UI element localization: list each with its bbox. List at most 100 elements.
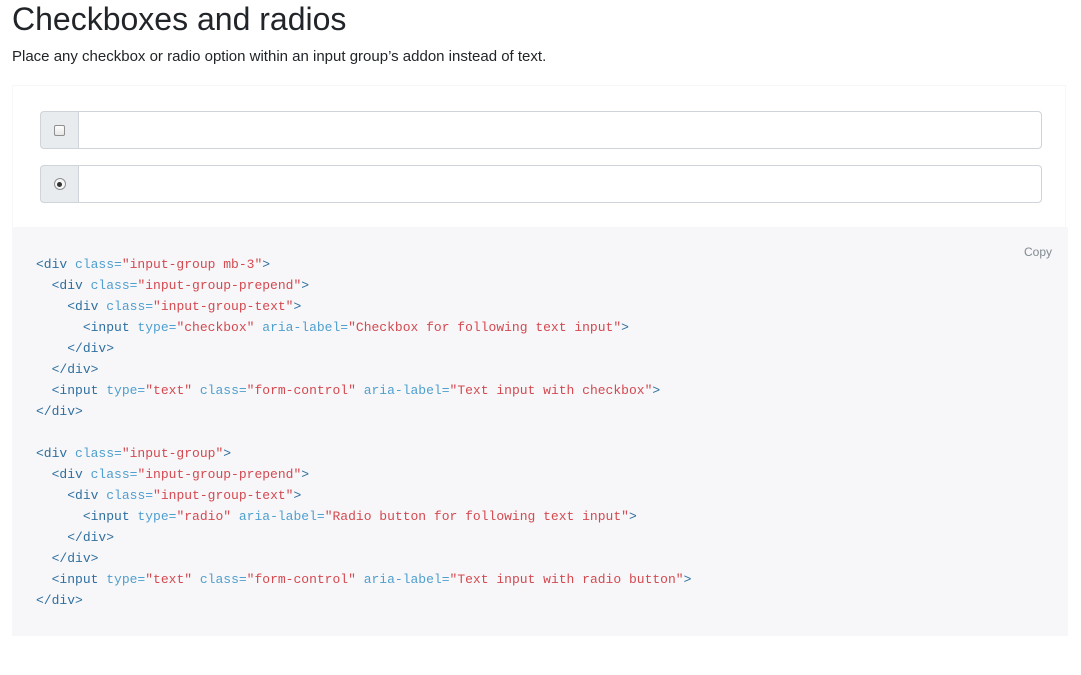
code-token: "checkbox" [176, 320, 255, 335]
code-token: type= [106, 572, 146, 587]
code-token: type= [106, 383, 146, 398]
code-line: </div> [36, 530, 114, 545]
radio-text-input[interactable] [78, 165, 1042, 203]
code-token: <input [51, 383, 107, 398]
code-token: type= [137, 509, 177, 524]
checkbox-addon [40, 111, 78, 149]
code-token: "text" [145, 383, 193, 398]
checkbox-input-group [40, 111, 1042, 149]
code-line: <div class="input-group-prepend"> [36, 467, 309, 482]
checkbox-text-input[interactable] [78, 111, 1042, 149]
code-line: <div class="input-group-prepend"> [36, 278, 309, 293]
code-token: > [652, 383, 661, 398]
code-token: > [628, 509, 637, 524]
code-token: "input-group-text" [153, 299, 294, 314]
code-token: <div [67, 488, 107, 503]
code-token: <div [51, 278, 91, 293]
code-token: <div [51, 467, 91, 482]
code-line: <input type="text" class="form-control" … [36, 383, 661, 398]
code-token: class= [75, 446, 122, 461]
checkbox[interactable] [54, 124, 65, 136]
code-token: <div [36, 446, 76, 461]
radio-addon [40, 165, 78, 203]
code-token: "form-control" [246, 383, 356, 398]
code-line: <div class="input-group"> [36, 446, 231, 461]
code-token: > [293, 488, 302, 503]
code-token: "form-control" [246, 572, 356, 587]
code-token: </div> [51, 362, 99, 377]
code-token: </div> [67, 341, 115, 356]
code-line: <div class="input-group-text"> [36, 488, 301, 503]
code-token: "Checkbox for following text input" [348, 320, 622, 335]
code-token: </div> [36, 404, 83, 419]
code-token: "Radio button for following text input" [324, 509, 629, 524]
code-token: "input-group-text" [153, 488, 294, 503]
code-token: > [223, 446, 232, 461]
code-line: <div class="input-group-text"> [36, 299, 301, 314]
code-token: class= [199, 383, 247, 398]
code-token: class= [90, 467, 138, 482]
example-preview [12, 85, 1066, 227]
code-token: class= [106, 488, 154, 503]
radio-selected-dot [57, 181, 62, 187]
code-token: > [293, 299, 302, 314]
docs-page: Checkboxes and radios Place any checkbox… [0, 0, 1081, 675]
code-token: </div> [36, 593, 83, 608]
code-token: > [621, 320, 629, 335]
code-token: class= [75, 257, 122, 272]
code-token: "text" [145, 572, 193, 587]
code-token: > [262, 257, 271, 272]
code-token: > [301, 278, 310, 293]
code-line: <input type="text" class="form-control" … [36, 572, 692, 587]
radio-button[interactable] [53, 178, 66, 190]
copy-button[interactable]: Copy [1024, 245, 1052, 259]
code-token: class= [199, 572, 247, 587]
code-token: aria-label= [363, 383, 450, 398]
code-token: aria-label= [262, 320, 349, 335]
code-line: </div> [36, 362, 99, 377]
code-line: </div> [36, 593, 83, 608]
radio-input-group [40, 165, 1042, 203]
code-token: "Text input with radio button" [449, 572, 684, 587]
code-token: </div> [51, 551, 99, 566]
code-token: > [301, 467, 310, 482]
code-token: class= [106, 299, 154, 314]
code-token: aria-label= [363, 572, 450, 587]
code-token: class= [90, 278, 138, 293]
code-token: "input-group mb-3" [121, 257, 263, 272]
code-line: <div class="input-group mb-3"> [36, 257, 270, 272]
code-token: type= [137, 320, 177, 335]
code-token: "radio" [176, 509, 232, 524]
code-token: <input [82, 320, 138, 335]
code-token: > [683, 572, 692, 587]
code-token: "input-group-prepend" [137, 278, 302, 293]
section-description: Place any checkbox or radio option withi… [12, 48, 547, 65]
code-line: </div> [36, 551, 99, 566]
code-snippet: <div class="input-group mb-3"> <div clas… [36, 254, 691, 611]
code-token: <input [51, 572, 107, 587]
code-token: aria-label= [238, 509, 325, 524]
code-token: <div [36, 257, 76, 272]
code-token: "input-group" [121, 446, 224, 461]
code-token: <input [82, 509, 138, 524]
code-line: <input type="checkbox" aria-label="Check… [36, 320, 629, 335]
code-token: "Text input with checkbox" [449, 383, 653, 398]
code-line: </div> [36, 341, 114, 356]
code-token: <div [67, 299, 107, 314]
code-line: </div> [36, 404, 83, 419]
code-token: </div> [67, 530, 115, 545]
code-block: Copy <div class="input-group mb-3"> <div… [12, 227, 1068, 636]
